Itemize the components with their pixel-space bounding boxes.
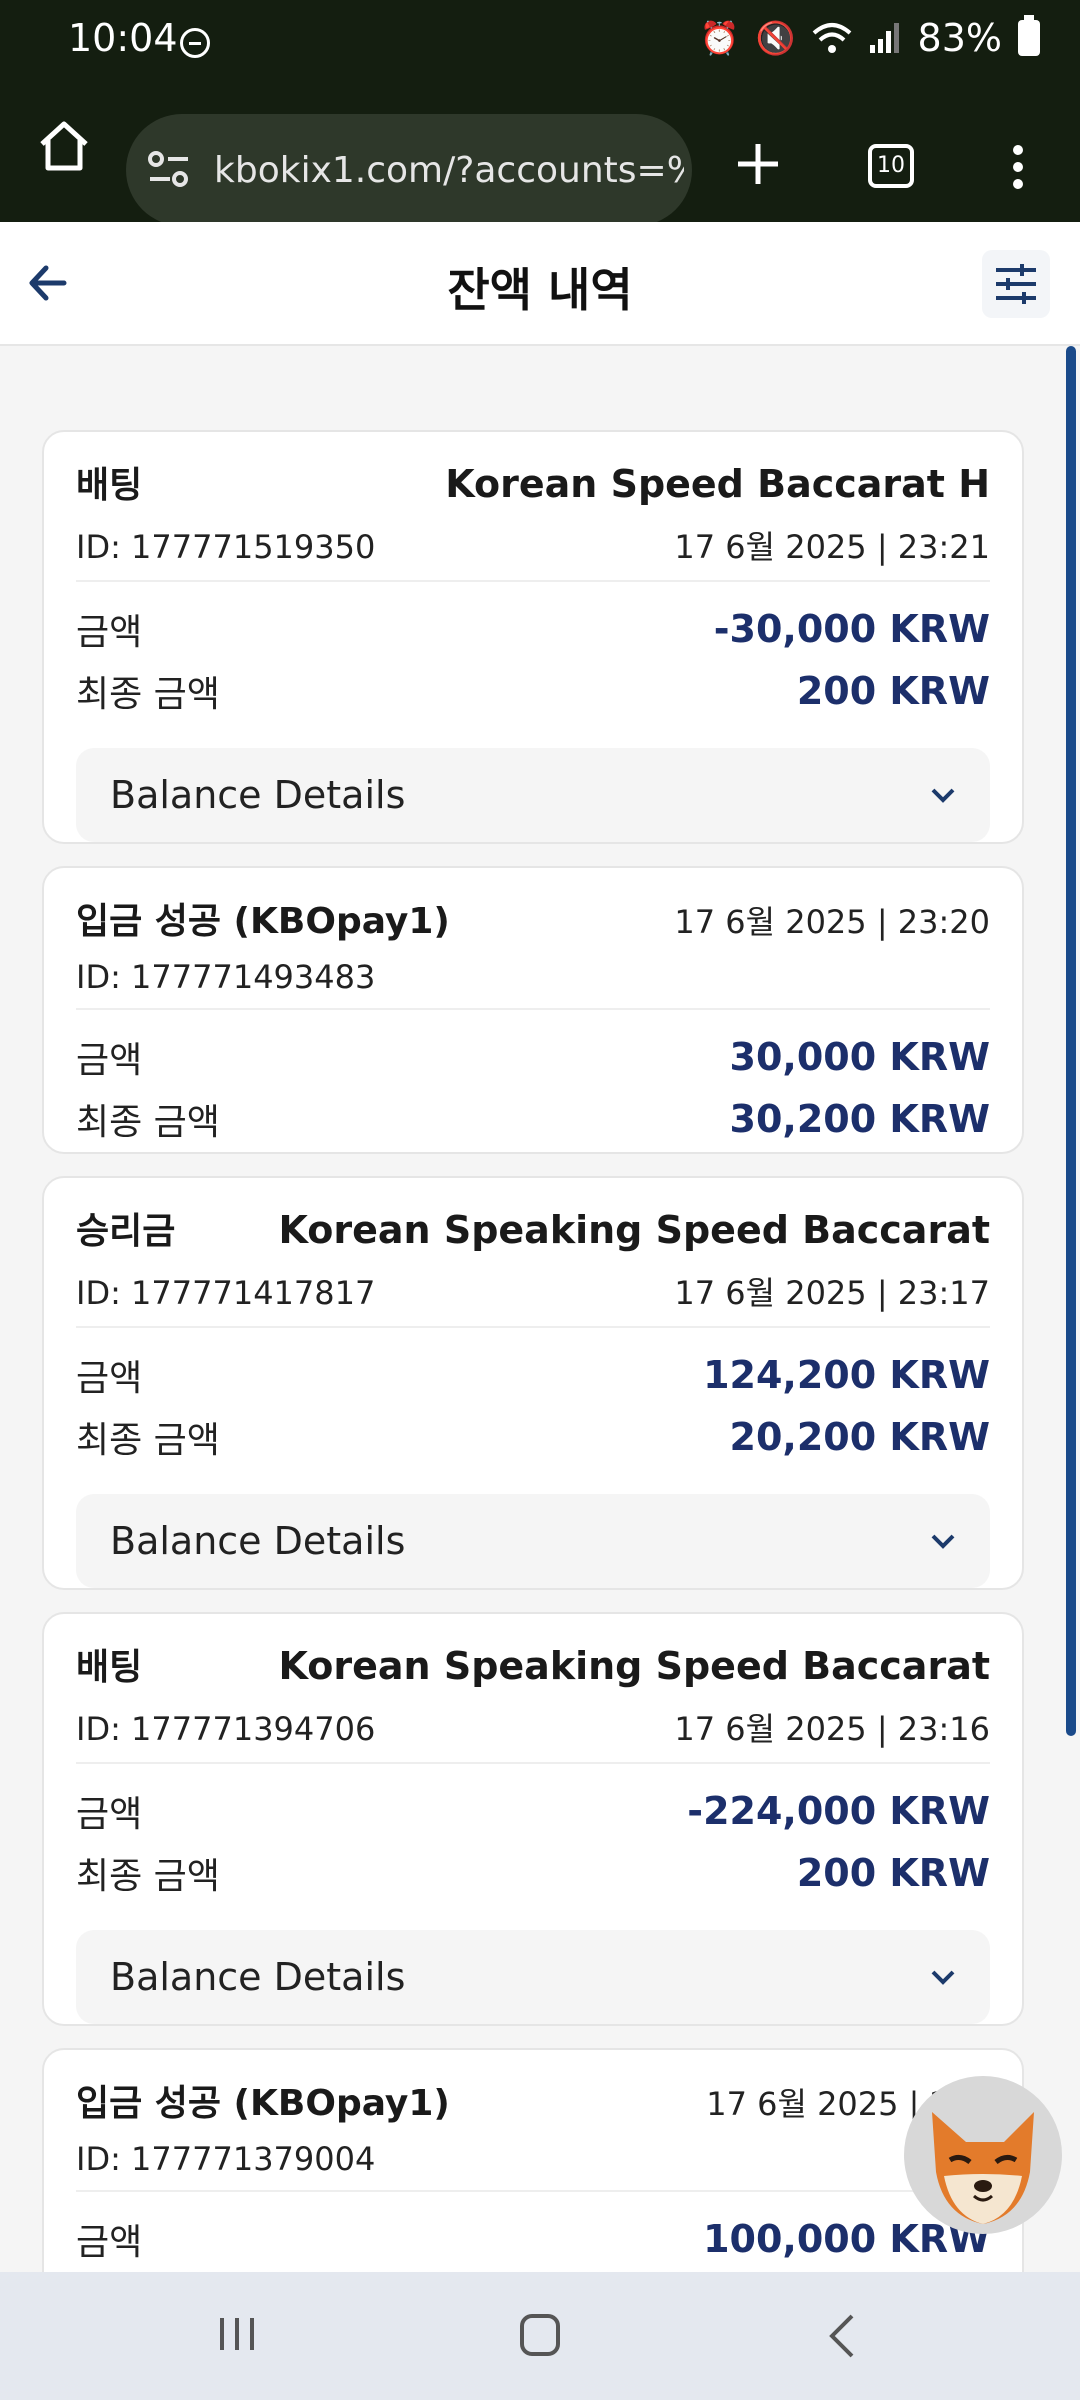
divider	[76, 1008, 990, 1010]
do-not-disturb-icon	[180, 28, 210, 58]
system-nav-bar	[0, 2272, 1080, 2400]
home-button-icon[interactable]	[520, 2314, 560, 2356]
signal-icon	[869, 23, 899, 53]
transaction-datetime: 17 6월 2025 | 23:21	[674, 528, 990, 566]
transaction-card: 입금 성공 (KBOpay1) 17 6월 2025 | 23:20 ID: 1…	[42, 866, 1024, 1154]
final-amount-label: 최종 금액	[76, 1856, 220, 1897]
fox-chat-button[interactable]	[904, 2076, 1062, 2234]
transaction-card: 배팅 Korean Speaking Speed Baccarat ID: 17…	[42, 1612, 1024, 2026]
amount-label: 금액	[76, 2222, 143, 2263]
game-name: Korean Speed Baccarat H	[445, 462, 990, 506]
scrollbar[interactable]	[1066, 346, 1076, 1736]
url-text: kbokix1.com/?accounts=%2	[214, 149, 684, 191]
home-icon[interactable]	[36, 118, 92, 174]
transaction-id: ID: 177771394706	[76, 1710, 376, 1748]
divider	[76, 2190, 990, 2192]
more-options-icon[interactable]	[1006, 144, 1030, 190]
page-title: 잔액 내역	[447, 263, 633, 317]
fox-mascot-icon	[932, 2112, 1034, 2224]
transaction-id: ID: 177771417817	[76, 1274, 376, 1312]
site-settings-icon[interactable]	[146, 147, 192, 193]
battery-icon	[1018, 15, 1040, 56]
status-bar: 10:04 ⏰ 🔇 83%	[0, 0, 1080, 84]
transaction-card: 배팅 Korean Speed Baccarat H ID: 177771519…	[42, 430, 1024, 844]
transaction-type: 승리금	[76, 1211, 176, 1252]
transaction-list[interactable]: 배팅 Korean Speed Baccarat H ID: 177771519…	[0, 346, 1080, 2272]
amount-label: 금액	[76, 1358, 143, 1399]
amount-value: 30,000 KRW	[729, 1035, 991, 1079]
amount-value: 124,200 KRW	[703, 1353, 990, 1397]
tab-switcher-button[interactable]: 10	[868, 144, 914, 188]
balance-details-label: Balance Details	[110, 1519, 406, 1563]
alarm-icon: ⏰	[699, 19, 740, 57]
final-amount-label: 최종 금액	[76, 1102, 220, 1143]
game-name: Korean Speaking Speed Baccarat	[278, 1208, 990, 1252]
transaction-datetime: 17 6월 2025 | 23:17	[674, 1274, 990, 1312]
transaction-datetime: 17 6월 2025 | 23:16	[674, 1710, 990, 1748]
amount-value: -224,000 KRW	[687, 1789, 990, 1833]
amount-label: 금액	[76, 1040, 143, 1081]
status-time: 10:04	[68, 16, 178, 60]
final-amount-value: 30,200 KRW	[729, 1097, 991, 1141]
amount-value: -30,000 KRW	[713, 607, 990, 651]
filter-sliders-icon	[996, 264, 1036, 304]
system-back-icon[interactable]	[826, 2312, 856, 2360]
address-bar[interactable]: kbokix1.com/?accounts=%2	[126, 114, 692, 226]
final-amount-value: 20,200 KRW	[729, 1415, 991, 1459]
balance-details-dropdown[interactable]: Balance Details	[76, 1494, 990, 1588]
divider	[76, 1326, 990, 1328]
chevron-down-icon	[931, 1534, 955, 1549]
amount-label: 금액	[76, 612, 143, 653]
chevron-down-icon	[931, 788, 955, 803]
transaction-type: 입금 성공 (KBOpay1)	[76, 2083, 450, 2124]
transaction-type: 입금 성공 (KBOpay1)	[76, 901, 450, 942]
app-header: 잔액 내역	[0, 222, 1080, 346]
balance-details-dropdown[interactable]: Balance Details	[76, 748, 990, 842]
wifi-icon	[812, 23, 851, 53]
status-icons: ⏰ 🔇 83%	[699, 15, 1040, 60]
battery-percent: 83%	[917, 16, 1002, 60]
mute-icon: 🔇	[755, 19, 796, 57]
browser-toolbar: kbokix1.com/?accounts=%2 10	[0, 84, 1080, 226]
recent-apps-icon[interactable]	[218, 2314, 256, 2354]
transaction-type: 배팅	[76, 465, 143, 506]
balance-details-dropdown[interactable]: Balance Details	[76, 1930, 990, 2024]
game-name: Korean Speaking Speed Baccarat	[278, 1644, 990, 1688]
chevron-down-icon	[931, 1970, 955, 1985]
balance-details-label: Balance Details	[110, 773, 406, 817]
transaction-id: ID: 177771493483	[76, 958, 376, 996]
balance-details-label: Balance Details	[110, 1955, 406, 1999]
transaction-id: ID: 177771519350	[76, 528, 376, 566]
amount-label: 금액	[76, 1794, 143, 1835]
transaction-card: 입금 성공 (KBOpay1) 17 6월 2025 | 2 ID: 17777…	[42, 2048, 1024, 2272]
new-tab-icon[interactable]	[736, 142, 780, 186]
transaction-id: ID: 177771379004	[76, 2140, 376, 2178]
final-amount-label: 최종 금액	[76, 674, 220, 715]
transaction-datetime: 17 6월 2025 | 23:20	[674, 903, 990, 941]
divider	[76, 1762, 990, 1764]
divider	[76, 580, 990, 582]
filter-button[interactable]	[982, 250, 1050, 318]
transaction-card: 승리금 Korean Speaking Speed Baccarat ID: 1…	[42, 1176, 1024, 1590]
final-amount-value: 200 KRW	[796, 669, 990, 713]
transaction-type: 배팅	[76, 1647, 143, 1688]
final-amount-value: 200 KRW	[796, 1851, 990, 1895]
final-amount-label: 최종 금액	[76, 1420, 220, 1461]
